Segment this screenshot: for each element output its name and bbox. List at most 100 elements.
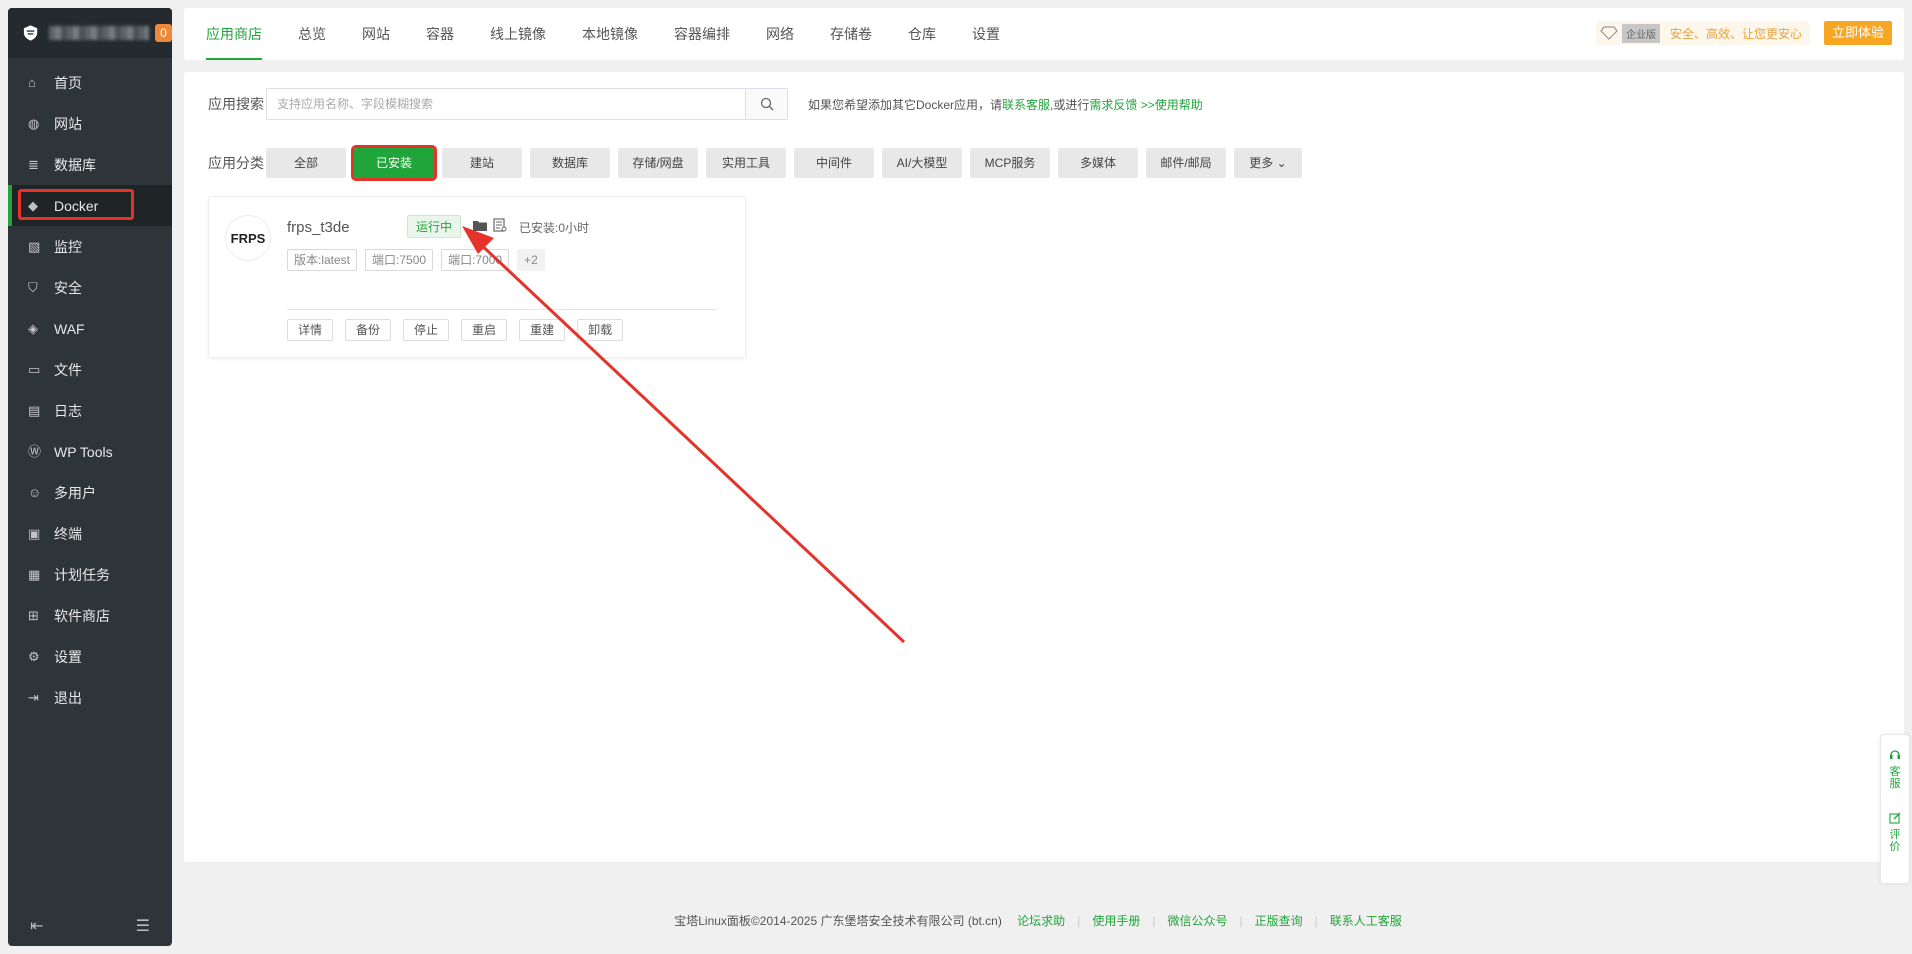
message-count-badge[interactable]: 0 (154, 24, 172, 42)
divider (287, 309, 717, 310)
sidebar-item-退出[interactable]: ⇥ 退出 (8, 677, 172, 718)
category-8[interactable]: MCP服务 (970, 148, 1050, 178)
tab-0[interactable]: 应用商店 (206, 8, 262, 60)
floating-sidebar: 客服 评价 (1880, 734, 1910, 884)
sidebar-item-安全[interactable]: ⛉ 安全 (8, 267, 172, 308)
tab-4[interactable]: 线上镜像 (490, 8, 546, 60)
sidebar-item-label: 网站 (54, 115, 82, 132)
customer-service-button[interactable]: 客服 (1881, 735, 1909, 790)
sidebar-item-设置[interactable]: ⚙ 设置 (8, 636, 172, 677)
shield-icon: ⛉ (28, 279, 38, 295)
app-tag: 版本:latest (287, 249, 358, 271)
sidebar-item-监控[interactable]: ▧ 监控 (8, 226, 172, 267)
category-3[interactable]: 数据库 (530, 148, 610, 178)
action-button-4[interactable]: 重建 (519, 319, 566, 341)
collapse-sidebar-icon[interactable]: ⇤ (30, 916, 43, 936)
category-11[interactable]: 更多 ⌄ (1234, 148, 1302, 178)
enterprise-badge: 企业版 (1621, 23, 1660, 43)
sidebar-item-日志[interactable]: ▤ 日志 (8, 390, 172, 431)
tab-5[interactable]: 本地镜像 (582, 8, 638, 60)
home-icon: ⌂ (28, 74, 36, 90)
help-link[interactable]: >>使用帮助 (1141, 98, 1203, 112)
category-4[interactable]: 存储/网盘 (618, 148, 698, 178)
review-button[interactable]: 评价 (1881, 790, 1909, 853)
category-7[interactable]: AI/大模型 (882, 148, 962, 178)
log-icon[interactable] (493, 218, 507, 232)
app-logo: FRPS (225, 215, 271, 261)
promo-area: 企业版 安全、高效、让您更安心 立即体验 (1595, 21, 1892, 45)
contact-service-link[interactable]: 联系客服 (1002, 98, 1050, 112)
footer-link-4[interactable]: 联系人工客服 (1330, 914, 1402, 928)
search-label: 应用搜索 (208, 96, 264, 112)
help-hint: 如果您希望添加其它Docker应用，请联系客服,或进行需求反馈 >>使用帮助 (808, 97, 1203, 112)
sidebar-item-label: 文件 (54, 361, 82, 378)
category-5[interactable]: 实用工具 (706, 148, 786, 178)
app-name: frps_t3de (287, 219, 350, 236)
logout-icon: ⇥ (28, 689, 39, 705)
sidebar-item-计划任务[interactable]: ▦ 计划任务 (8, 554, 172, 595)
category-0[interactable]: 全部 (266, 148, 346, 178)
tab-3[interactable]: 容器 (426, 8, 454, 60)
tab-8[interactable]: 存储卷 (830, 8, 872, 60)
tab-2[interactable]: 网站 (362, 8, 390, 60)
search-icon (760, 97, 773, 111)
menu-list-icon[interactable]: ☰ (136, 916, 150, 936)
sidebar-item-waf[interactable]: ◈ WAF (8, 308, 172, 349)
sidebar-item-软件商店[interactable]: ⊞ 软件商店 (8, 595, 172, 636)
search-box (266, 88, 788, 120)
sidebar-item-label: 退出 (54, 689, 82, 706)
tab-6[interactable]: 容器编排 (674, 8, 730, 60)
sidebar-item-数据库[interactable]: ≣ 数据库 (8, 144, 172, 185)
sidebar-item-label: WAF (54, 320, 85, 337)
category-2[interactable]: 建站 (442, 148, 522, 178)
sidebar-item-label: WP Tools (54, 443, 113, 460)
try-now-button[interactable]: 立即体验 (1823, 21, 1892, 45)
sidebar-item-docker[interactable]: ◆ Docker (8, 185, 172, 226)
search-input[interactable] (267, 89, 745, 119)
promo-text: 安全、高效、让您更安心 (1669, 26, 1802, 41)
wordpress-icon: Ⓦ (28, 443, 42, 459)
action-button-0[interactable]: 详情 (287, 319, 334, 341)
footer-link-2[interactable]: 微信公众号 (1167, 914, 1227, 928)
globe-icon: ◍ (28, 115, 40, 131)
action-button-2[interactable]: 停止 (403, 319, 450, 341)
apps-icon: ⊞ (28, 607, 39, 623)
sidebar-item-label: 安全 (54, 279, 82, 296)
sidebar-item-label: 日志 (54, 402, 82, 419)
gear-icon: ⚙ (28, 648, 40, 664)
tab-1[interactable]: 总览 (298, 8, 326, 60)
diamond-icon (1600, 26, 1618, 40)
footer: 宝塔Linux面板©2014-2025 广东堡塔安全技术有限公司 (bt.cn)… (184, 912, 1904, 929)
folder-icon[interactable] (473, 219, 487, 231)
separator: | (1239, 914, 1243, 928)
search-button[interactable] (745, 89, 787, 119)
sidebar-item-wp-tools[interactable]: Ⓦ WP Tools (8, 431, 172, 472)
category-9[interactable]: 多媒体 (1058, 148, 1138, 178)
sidebar-item-多用户[interactable]: ☺ 多用户 (8, 472, 172, 513)
category-1[interactable]: 已安装 (351, 145, 437, 181)
sidebar-item-网站[interactable]: ◍ 网站 (8, 103, 172, 144)
footer-link-3[interactable]: 正版查询 (1255, 914, 1303, 928)
footer-link-0[interactable]: 论坛求助 (1017, 914, 1065, 928)
tab-7[interactable]: 网络 (766, 8, 794, 60)
action-button-1[interactable]: 备份 (345, 319, 392, 341)
sidebar-item-首页[interactable]: ⌂ 首页 (8, 62, 172, 103)
footer-link-1[interactable]: 使用手册 (1092, 914, 1140, 928)
users-icon: ☺ (28, 484, 42, 500)
action-button-5[interactable]: 卸载 (577, 319, 624, 341)
separator: | (1152, 914, 1156, 928)
sidebar-item-文件[interactable]: ▭ 文件 (8, 349, 172, 390)
category-10[interactable]: 邮件/邮局 (1146, 148, 1226, 178)
feedback-link[interactable]: 需求反馈 (1089, 98, 1137, 112)
separator: | (1314, 914, 1318, 928)
tab-10[interactable]: 设置 (972, 8, 1000, 60)
category-6[interactable]: 中间件 (794, 148, 874, 178)
highlight-box (18, 189, 134, 220)
app-tag: 端口:7000 (441, 249, 510, 271)
sidebar-item-终端[interactable]: ▣ 终端 (8, 513, 172, 554)
headset-icon (1890, 750, 1900, 759)
action-button-3[interactable]: 重启 (461, 319, 508, 341)
tab-9[interactable]: 仓库 (908, 8, 936, 60)
folder-icon: ▭ (28, 361, 41, 377)
app-tag[interactable]: +2 (517, 249, 545, 271)
